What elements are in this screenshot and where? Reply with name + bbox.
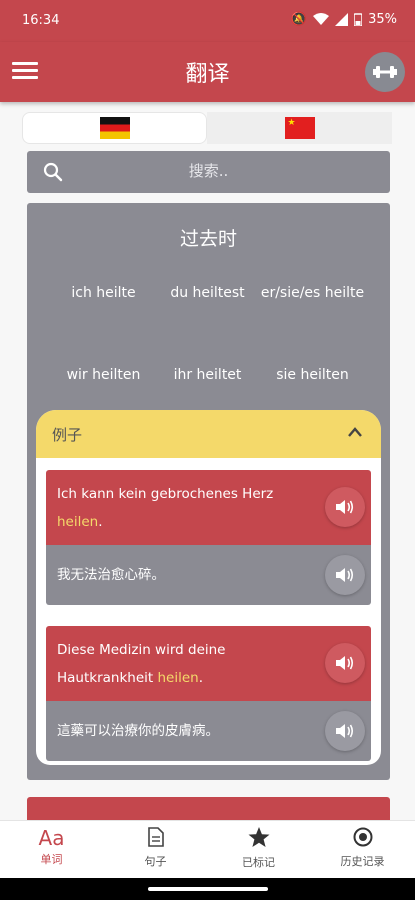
battery-percent: 35%	[368, 12, 397, 27]
nav-label: 已标记	[242, 856, 275, 869]
nav-label: 历史记录	[340, 855, 385, 868]
signal-icon	[335, 13, 349, 26]
example-chinese: 我无法治愈心碎。	[46, 545, 371, 605]
conjugation-panel: 过去时 ich heilte du heiltest er/sie/es hei…	[27, 203, 390, 780]
star-icon	[248, 827, 269, 847]
nav-label: 单词	[40, 853, 63, 866]
words-icon: Aa	[38, 826, 65, 850]
speak-chinese-button[interactable]	[325, 555, 365, 595]
tab-german[interactable]	[22, 112, 207, 144]
wifi-icon	[313, 13, 330, 25]
example-chinese: 這藥可以治療你的皮膚病。	[46, 701, 371, 761]
conjugation-form: sie heilten	[276, 367, 349, 383]
search-placeholder: 搜索..	[188, 162, 229, 180]
nav-words[interactable]: Aa 单词	[0, 827, 103, 867]
tense-title: 过去时	[179, 228, 237, 250]
conjugation-form: er/sie/es heilte	[260, 285, 365, 301]
tab-chinese[interactable]	[207, 112, 392, 144]
page-title: 翻译	[185, 62, 230, 87]
nav-history[interactable]: 历史记录	[311, 827, 414, 869]
bottom-navigation: Aa 单词 句子 已标记 历史记录	[0, 820, 415, 878]
highlighted-word: heilen	[57, 514, 99, 530]
speak-chinese-button[interactable]	[325, 711, 365, 751]
app-bar: 翻译	[0, 42, 415, 102]
chinese-flag-icon	[284, 117, 315, 139]
examples-header[interactable]: 例子	[36, 410, 381, 458]
history-icon	[353, 827, 372, 847]
mute-icon: 🔕	[290, 12, 308, 27]
speaker-icon	[336, 656, 354, 670]
nav-label: 句子	[144, 855, 167, 868]
dumbbell-icon	[373, 66, 397, 78]
example-chinese-text: 我无法治愈心碎。	[57, 567, 165, 583]
example-card: Ich kann kein gebrochenes Herz heilen. 我…	[46, 470, 371, 605]
conjugation-form: ihr heiltet	[173, 367, 242, 383]
speak-german-button[interactable]	[325, 643, 365, 683]
status-bar: 16:34 🔕 35%	[0, 0, 415, 42]
training-button[interactable]	[365, 52, 405, 92]
speaker-icon	[336, 500, 354, 514]
battery-icon	[354, 13, 363, 26]
status-time: 16:34	[22, 13, 60, 28]
example-german-text: Diese Medizin wird deine Hautkrankheit h…	[57, 642, 226, 686]
german-flag-icon	[99, 117, 130, 139]
status-icons: 🔕 35%	[291, 12, 397, 27]
language-selector	[22, 112, 392, 144]
speak-german-button[interactable]	[325, 487, 365, 527]
next-result-card[interactable]	[27, 797, 390, 822]
document-icon	[147, 827, 164, 847]
conjugation-form: wir heilten	[66, 367, 141, 383]
example-german: Ich kann kein gebrochenes Herz heilen.	[46, 470, 371, 545]
highlighted-word: heilen	[157, 670, 199, 686]
example-german-text: Ich kann kein gebrochenes Herz heilen.	[57, 486, 274, 530]
chevron-up-icon[interactable]	[347, 426, 363, 438]
search-input[interactable]: 搜索..	[27, 151, 390, 193]
example-german: Diese Medizin wird deine Hautkrankheit h…	[46, 626, 371, 701]
home-indicator[interactable]	[148, 887, 268, 891]
example-chinese-text: 這藥可以治療你的皮膚病。	[57, 723, 219, 739]
nav-sentences[interactable]: 句子	[104, 827, 207, 869]
examples-header-label: 例子	[52, 426, 83, 444]
system-navigation-bar	[0, 878, 415, 900]
conjugation-form: ich heilte	[71, 285, 136, 301]
examples-section: 例子 Ich kann kein gebrochenes Herz heilen…	[36, 410, 381, 765]
speaker-icon	[336, 568, 354, 582]
speaker-icon	[336, 724, 354, 738]
example-card: Diese Medizin wird deine Hautkrankheit h…	[46, 626, 371, 761]
conjugation-form: du heiltest	[170, 285, 245, 301]
nav-marked[interactable]: 已标记	[207, 827, 310, 870]
